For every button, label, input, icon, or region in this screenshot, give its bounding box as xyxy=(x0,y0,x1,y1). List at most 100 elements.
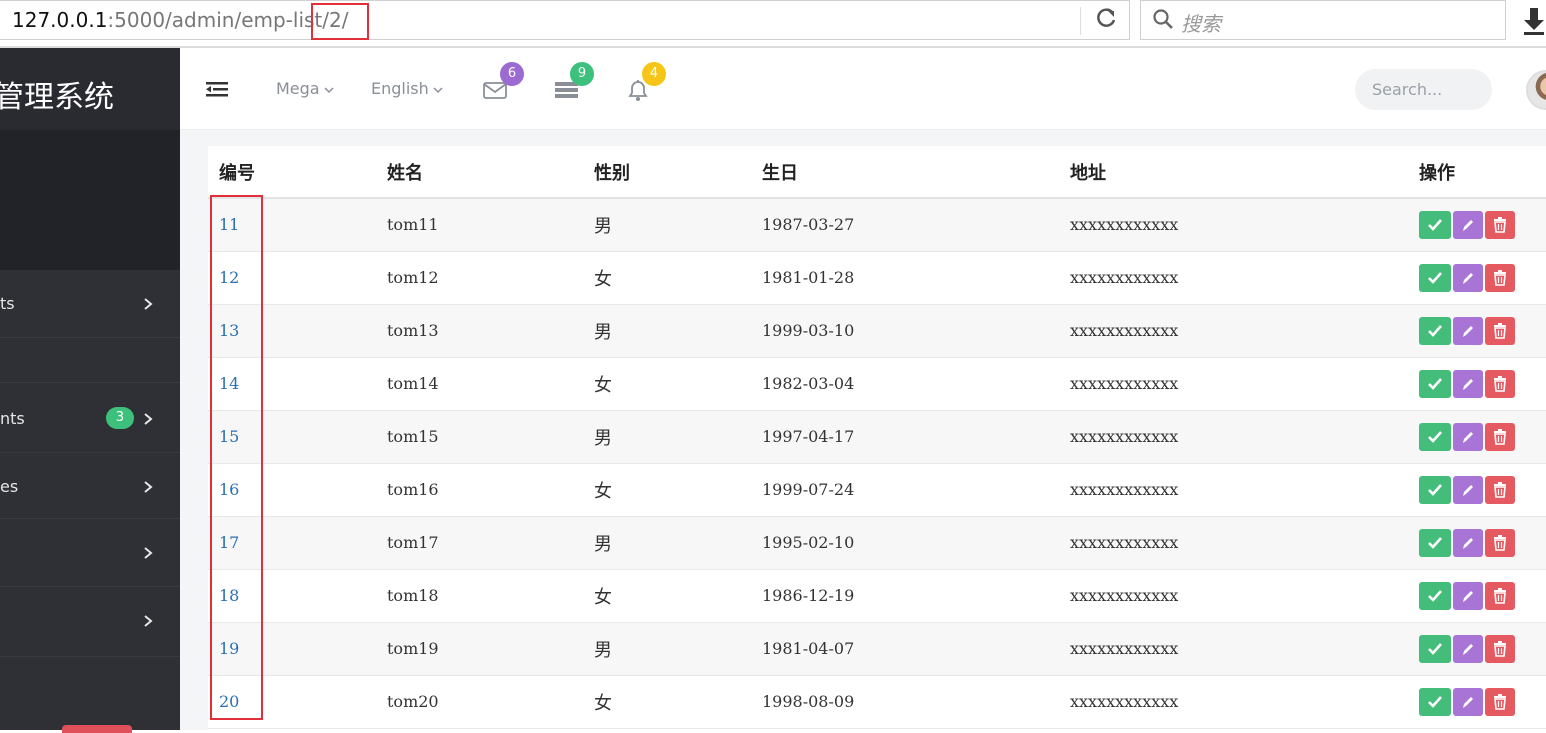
delete-button[interactable] xyxy=(1485,528,1515,557)
employee-id-link[interactable]: 11 xyxy=(219,215,239,234)
sidebar-item-5[interactable] xyxy=(0,519,180,587)
brand-title: 管理系统 xyxy=(0,80,114,115)
address-text[interactable]: 127.0.0.1:5000/admin/emp-list/2/ xyxy=(12,8,348,32)
sidebar-item-label: ts xyxy=(0,294,15,313)
employee-birthday: 1981-04-07 xyxy=(751,622,1059,676)
edit-button[interactable] xyxy=(1453,687,1483,716)
sidebar-item-3[interactable]: nts 3 xyxy=(0,383,180,453)
delete-button[interactable] xyxy=(1485,210,1515,239)
menu-toggle-icon[interactable] xyxy=(206,80,228,98)
delete-button[interactable] xyxy=(1485,687,1515,716)
employee-id-link[interactable]: 19 xyxy=(219,639,239,658)
sidebar-action-button[interactable] xyxy=(62,725,132,733)
sidebar-item-2[interactable] xyxy=(0,338,180,383)
avatar[interactable] xyxy=(1526,70,1546,110)
confirm-button[interactable] xyxy=(1419,210,1451,239)
reload-icon[interactable] xyxy=(1092,7,1120,35)
table-row: 20 tom20 女 1998-08-09 xxxxxxxxxxxx xyxy=(208,675,1546,729)
confirm-button[interactable] xyxy=(1419,422,1451,451)
employee-id-link[interactable]: 18 xyxy=(219,586,239,605)
delete-button[interactable] xyxy=(1485,634,1515,663)
delete-button[interactable] xyxy=(1485,422,1515,451)
employee-id-link[interactable]: 20 xyxy=(219,692,239,711)
header-search-input[interactable]: Search... xyxy=(1355,69,1492,110)
table-body: 11 tom11 男 1987-03-27 xxxxxxxxxxxx 12 to… xyxy=(208,198,1546,729)
employee-birthday: 1997-04-17 xyxy=(751,410,1059,464)
trash-icon xyxy=(1494,587,1506,604)
edit-button[interactable] xyxy=(1453,634,1483,663)
employee-gender: 女 xyxy=(583,463,751,517)
sidebar-item-1[interactable]: ts xyxy=(0,270,180,338)
delete-button[interactable] xyxy=(1485,263,1515,292)
pencil-icon xyxy=(1463,484,1473,496)
row-actions xyxy=(1408,516,1546,570)
sidebar-item-label: nts xyxy=(0,409,25,428)
check-icon xyxy=(1428,377,1442,390)
browser-toolbar: 127.0.0.1:5000/admin/emp-list/2/ 搜索 xyxy=(0,0,1546,48)
pencil-icon xyxy=(1463,643,1473,655)
language-dropdown[interactable]: English xyxy=(371,79,443,98)
browser-search-placeholder: 搜索 xyxy=(1181,12,1221,36)
column-header-gender: 性别 xyxy=(583,146,751,199)
url-divider xyxy=(1080,7,1081,35)
column-header-name: 姓名 xyxy=(376,146,583,199)
confirm-button[interactable] xyxy=(1419,475,1451,504)
browser-search-box[interactable]: 搜索 xyxy=(1140,0,1506,40)
employee-gender: 男 xyxy=(583,622,751,676)
employee-name: tom19 xyxy=(376,622,583,676)
mega-menu-dropdown[interactable]: Mega xyxy=(276,79,334,98)
edit-button[interactable] xyxy=(1453,263,1483,292)
check-icon xyxy=(1428,218,1442,231)
delete-button[interactable] xyxy=(1485,475,1515,504)
row-actions xyxy=(1408,622,1546,676)
confirm-button[interactable] xyxy=(1419,687,1451,716)
delete-button[interactable] xyxy=(1485,581,1515,610)
edit-button[interactable] xyxy=(1453,422,1483,451)
employee-address: xxxxxxxxxxxx xyxy=(1059,304,1408,358)
messages-button[interactable]: 6 xyxy=(482,48,542,130)
tasks-button[interactable]: 9 xyxy=(554,48,614,130)
mega-menu-label: Mega xyxy=(276,79,320,98)
confirm-button[interactable] xyxy=(1419,528,1451,557)
check-icon xyxy=(1428,695,1442,708)
sidebar-item-6[interactable] xyxy=(0,587,180,657)
employee-id-link[interactable]: 14 xyxy=(219,374,239,393)
language-label: English xyxy=(371,79,429,98)
url-host: 127.0.0.1 xyxy=(12,8,108,32)
confirm-button[interactable] xyxy=(1419,581,1451,610)
delete-button[interactable] xyxy=(1485,369,1515,398)
trash-icon xyxy=(1494,322,1506,339)
employee-gender: 男 xyxy=(583,516,751,570)
employee-id-link[interactable]: 16 xyxy=(219,480,239,499)
employee-address: xxxxxxxxxxxx xyxy=(1059,675,1408,729)
employee-address: xxxxxxxxxxxx xyxy=(1059,251,1408,305)
confirm-button[interactable] xyxy=(1419,634,1451,663)
column-header-id: 编号 xyxy=(208,146,376,199)
delete-button[interactable] xyxy=(1485,316,1515,345)
download-icon[interactable] xyxy=(1522,6,1546,36)
employee-id-link[interactable]: 13 xyxy=(219,321,239,340)
employee-id-link[interactable]: 17 xyxy=(219,533,239,552)
employee-name: tom17 xyxy=(376,516,583,570)
employee-birthday: 1987-03-27 xyxy=(751,198,1059,252)
column-header-address: 地址 xyxy=(1059,146,1408,199)
employee-id-link[interactable]: 15 xyxy=(219,427,239,446)
edit-button[interactable] xyxy=(1453,369,1483,398)
row-actions xyxy=(1408,304,1546,358)
confirm-button[interactable] xyxy=(1419,369,1451,398)
edit-button[interactable] xyxy=(1453,210,1483,239)
edit-button[interactable] xyxy=(1453,316,1483,345)
table-row: 13 tom13 男 1999-03-10 xxxxxxxxxxxx xyxy=(208,304,1546,358)
confirm-button[interactable] xyxy=(1419,316,1451,345)
edit-button[interactable] xyxy=(1453,528,1483,557)
edit-button[interactable] xyxy=(1453,581,1483,610)
header-search-placeholder: Search... xyxy=(1372,80,1443,99)
edit-button[interactable] xyxy=(1453,475,1483,504)
messages-count-badge: 6 xyxy=(500,62,524,86)
address-bar[interactable]: 127.0.0.1:5000/admin/emp-list/2/ xyxy=(0,0,1130,40)
employee-id-link[interactable]: 12 xyxy=(219,268,239,287)
notifications-button[interactable]: 4 xyxy=(625,48,685,130)
sidebar-item-4[interactable]: es xyxy=(0,453,180,519)
confirm-button[interactable] xyxy=(1419,263,1451,292)
pencil-icon xyxy=(1463,431,1473,443)
